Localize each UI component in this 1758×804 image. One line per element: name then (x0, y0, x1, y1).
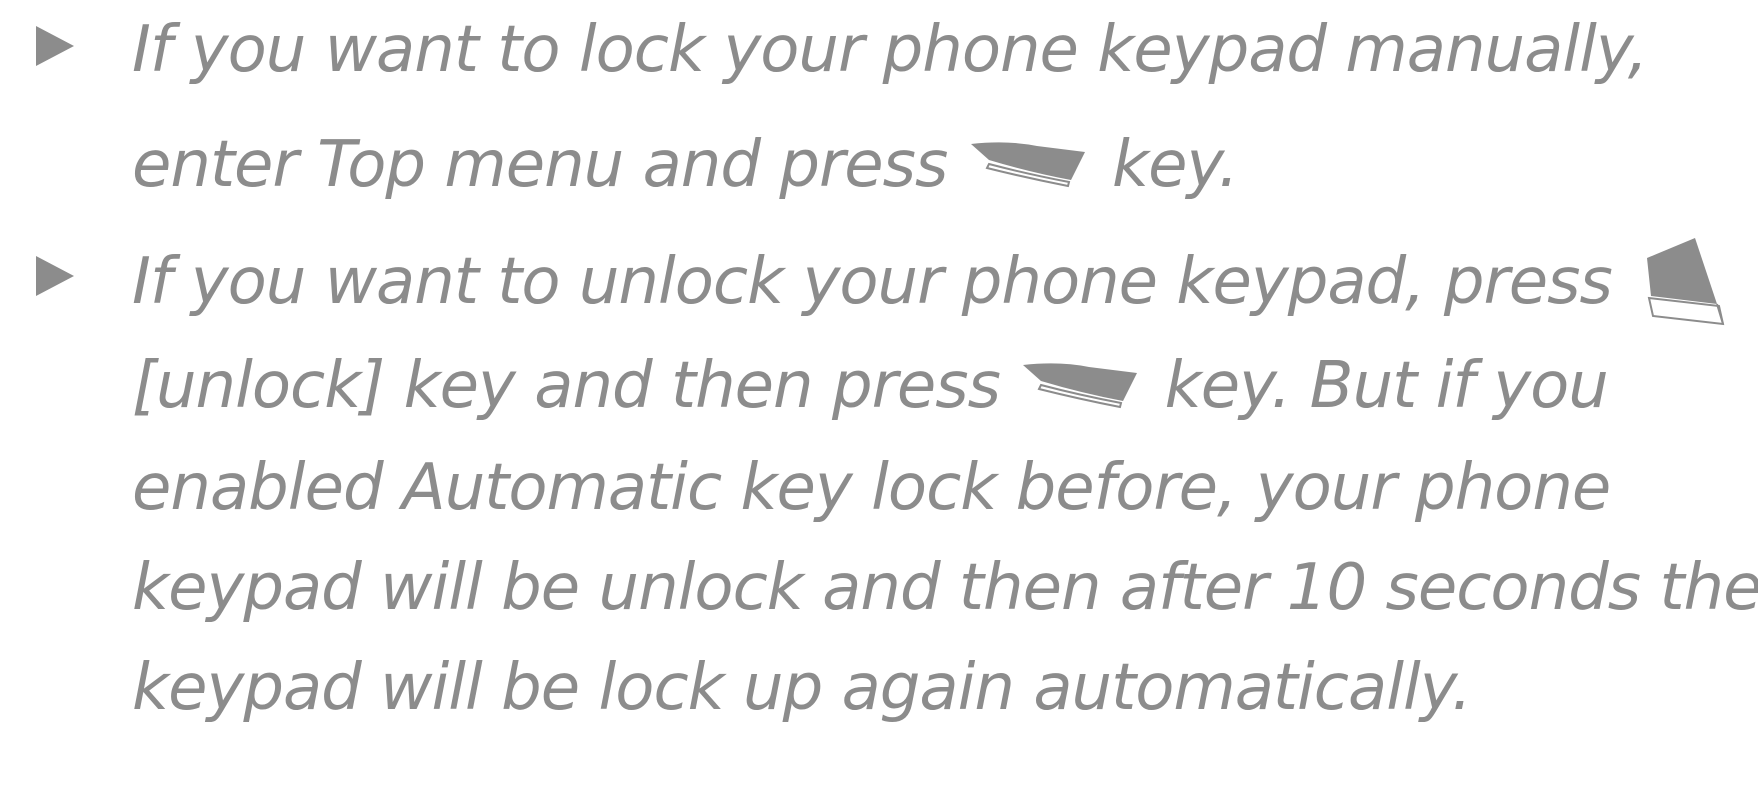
bullet-triangle-icon (36, 256, 74, 296)
text-span: key. But if you (1164, 349, 1609, 423)
manual-page: If you want to lock your phone keypad ma… (0, 0, 1758, 804)
text-line: keypad will be lock up again automatical… (132, 632, 1472, 744)
text-line: If you want to lock your phone keypad ma… (132, 0, 1648, 106)
text-span: key. (1112, 128, 1239, 202)
text-span: keypad will be unlock and then after 10 … (132, 551, 1758, 625)
text-line: enter Top menu and press key. (132, 109, 1239, 221)
left-soft-key-icon (1019, 359, 1145, 411)
text-line: keypad will be unlock and then after 10 … (132, 532, 1758, 644)
text-span: enabled Automatic key lock before, your … (132, 451, 1611, 525)
text-span: If you want to unlock your phone keypad,… (132, 245, 1613, 319)
text-span: If you want to lock your phone keypad ma… (132, 13, 1648, 87)
text-span: keypad will be lock up again automatical… (132, 651, 1472, 725)
left-soft-key-icon (967, 138, 1093, 190)
text-line: enabled Automatic key lock before, your … (132, 432, 1611, 544)
right-soft-key-icon (1631, 232, 1727, 330)
text-line: [unlock] key and then press key. But if … (132, 330, 1609, 442)
text-line: If you want to unlock your phone keypad,… (132, 226, 1727, 338)
bullet-triangle-icon (36, 26, 74, 66)
text-span: [unlock] key and then press (132, 349, 1001, 423)
text-span: enter Top menu and press (132, 128, 948, 202)
